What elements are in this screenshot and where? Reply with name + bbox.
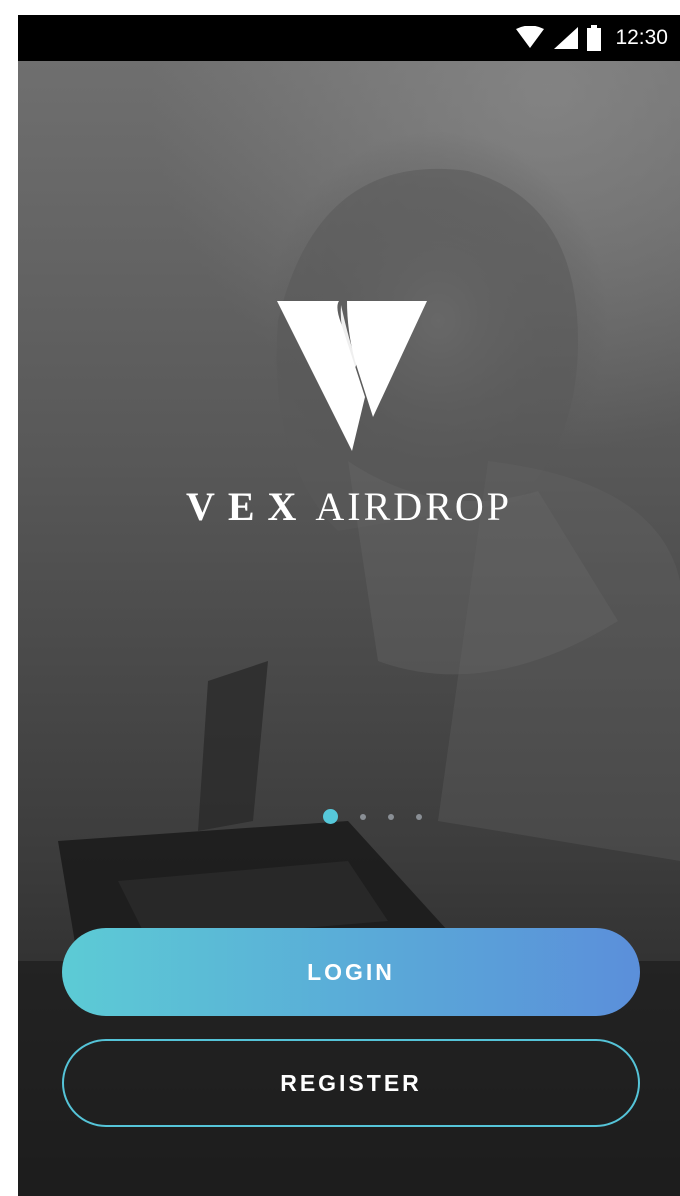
status-bar: 12:30 xyxy=(18,15,680,61)
carousel-dot-2[interactable] xyxy=(359,813,366,820)
wifi-icon xyxy=(515,26,545,50)
brand-name: VEX AIRDROP xyxy=(18,483,680,530)
carousel-indicator xyxy=(18,809,680,824)
login-button[interactable]: LOGIN xyxy=(62,928,640,1016)
background-photo xyxy=(18,61,680,1196)
v-logo-icon xyxy=(277,301,427,451)
signal-icon xyxy=(553,26,579,50)
battery-icon xyxy=(587,25,602,51)
brand-name-part1: VEX xyxy=(185,484,310,529)
status-time: 12:30 xyxy=(615,26,668,49)
register-button[interactable]: REGISTER xyxy=(62,1039,640,1127)
carousel-dot-1[interactable] xyxy=(322,809,338,824)
phone-screen: 12:30 VEX AIRDROP LOGIN REGISTER xyxy=(18,15,680,1196)
carousel-dot-4[interactable] xyxy=(415,813,422,820)
login-button-label: LOGIN xyxy=(307,958,395,985)
carousel-dot-3[interactable] xyxy=(387,813,394,820)
status-icons: 12:30 xyxy=(515,15,668,61)
register-button-label: REGISTER xyxy=(280,1069,422,1096)
brand-name-part2: AIRDROP xyxy=(315,484,513,529)
